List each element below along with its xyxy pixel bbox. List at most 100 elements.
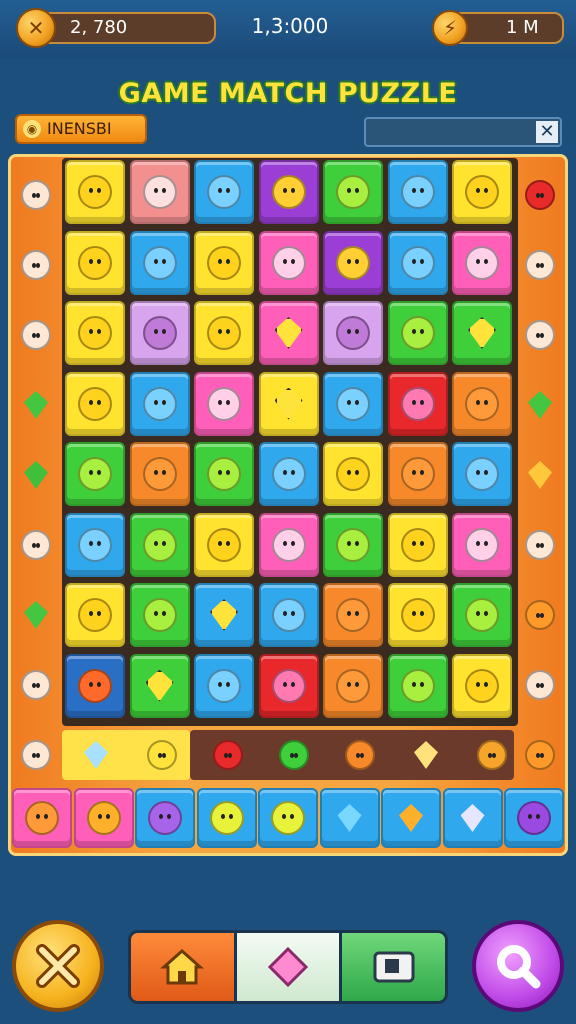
game-tile[interactable] [387, 160, 448, 224]
game-tile[interactable] [452, 442, 512, 506]
game-tile[interactable] [129, 442, 190, 506]
game-tile[interactable] [452, 512, 512, 577]
game-tile[interactable] [387, 583, 448, 647]
game-tile[interactable] [65, 512, 125, 577]
shelf-item[interactable] [208, 735, 248, 775]
side-item[interactable] [16, 455, 56, 495]
game-tile[interactable] [258, 653, 319, 718]
bottom-tile[interactable] [135, 788, 195, 848]
game-tile[interactable] [323, 583, 383, 647]
side-item[interactable] [16, 665, 56, 705]
game-tile[interactable] [323, 230, 383, 295]
game-tile[interactable] [452, 583, 512, 647]
game-tile[interactable] [258, 583, 319, 647]
bottom-tile[interactable] [73, 788, 134, 848]
side-item[interactable] [520, 315, 560, 355]
game-tile[interactable] [65, 371, 125, 436]
game-tile[interactable] [194, 371, 254, 436]
side-item[interactable] [16, 315, 56, 355]
side-item[interactable] [16, 595, 56, 635]
game-tile[interactable] [387, 371, 448, 436]
game-tile[interactable] [258, 230, 319, 295]
game-tile[interactable] [129, 512, 190, 577]
side-item[interactable] [520, 525, 560, 565]
game-tile[interactable] [323, 442, 383, 506]
game-tile[interactable] [129, 583, 190, 647]
side-item[interactable] [16, 385, 56, 425]
game-tile[interactable] [323, 160, 383, 224]
game-tile[interactable] [258, 442, 319, 506]
game-tile[interactable] [65, 653, 125, 718]
game-tile[interactable] [194, 512, 254, 577]
side-item[interactable] [520, 385, 560, 425]
bottom-tile[interactable] [442, 788, 503, 848]
shelf-item[interactable] [76, 735, 116, 775]
game-tile[interactable] [129, 371, 190, 436]
game-tile[interactable] [387, 301, 448, 365]
side-item[interactable] [16, 245, 56, 285]
shelf-item[interactable] [142, 735, 182, 775]
nav-home[interactable] [131, 933, 234, 1001]
bottom-tile[interactable] [12, 788, 72, 848]
game-tile[interactable] [129, 230, 190, 295]
nav-camera[interactable] [342, 933, 445, 1001]
game-tile[interactable] [452, 371, 512, 436]
search-input[interactable]: ✕ [364, 117, 562, 147]
side-item[interactable] [16, 175, 56, 215]
game-tile[interactable] [323, 653, 383, 718]
game-tile[interactable] [194, 230, 254, 295]
close-icon[interactable]: ✕ [536, 121, 558, 143]
nav-gems[interactable] [233, 933, 343, 1001]
side-item[interactable] [520, 175, 560, 215]
game-tile[interactable] [65, 160, 125, 224]
game-tile[interactable] [129, 301, 190, 365]
game-tile[interactable] [194, 160, 254, 224]
side-item[interactable] [16, 525, 56, 565]
lightning-coin-icon[interactable]: ⚡ [432, 10, 468, 46]
game-tile[interactable] [258, 512, 319, 577]
level-tag[interactable]: ◉ INENSBI [15, 114, 147, 144]
game-tile[interactable] [65, 301, 125, 365]
search-button[interactable] [472, 920, 564, 1012]
bottom-tile[interactable] [196, 788, 257, 848]
game-tile[interactable] [323, 371, 383, 436]
close-button[interactable] [12, 920, 104, 1012]
game-tile[interactable] [323, 512, 383, 577]
side-item[interactable] [520, 455, 560, 495]
game-tile[interactable] [129, 160, 190, 224]
game-tile[interactable] [258, 371, 319, 436]
game-tile[interactable] [452, 653, 512, 718]
game-tile[interactable] [194, 301, 254, 365]
shelf-item[interactable] [406, 735, 446, 775]
game-tile[interactable] [387, 512, 448, 577]
game-tile[interactable] [387, 653, 448, 718]
game-tile[interactable] [194, 442, 254, 506]
coin-icon[interactable]: ✕ [16, 8, 56, 48]
game-tile[interactable] [194, 583, 254, 647]
game-tile[interactable] [323, 301, 383, 365]
side-item[interactable] [16, 735, 56, 775]
game-tile[interactable] [258, 160, 319, 224]
side-item[interactable] [520, 595, 560, 635]
side-item[interactable] [520, 665, 560, 705]
side-item[interactable] [520, 245, 560, 285]
bottom-tile[interactable] [258, 788, 318, 848]
game-tile[interactable] [387, 230, 448, 295]
game-tile[interactable] [129, 653, 190, 718]
game-tile[interactable] [387, 442, 448, 506]
game-tile[interactable] [258, 301, 319, 365]
shelf-item[interactable] [274, 735, 314, 775]
side-item[interactable] [520, 735, 560, 775]
game-tile[interactable] [65, 442, 125, 506]
shelf-item[interactable] [472, 735, 512, 775]
game-tile[interactable] [65, 583, 125, 647]
game-tile[interactable] [452, 301, 512, 365]
game-tile[interactable] [452, 160, 512, 224]
bottom-tile[interactable] [381, 788, 441, 848]
game-tile[interactable] [452, 230, 512, 295]
game-tile[interactable] [194, 653, 254, 718]
bottom-tile[interactable] [504, 788, 564, 848]
bottom-tile[interactable] [319, 788, 380, 848]
game-tile[interactable] [65, 230, 125, 295]
shelf-item[interactable] [340, 735, 380, 775]
